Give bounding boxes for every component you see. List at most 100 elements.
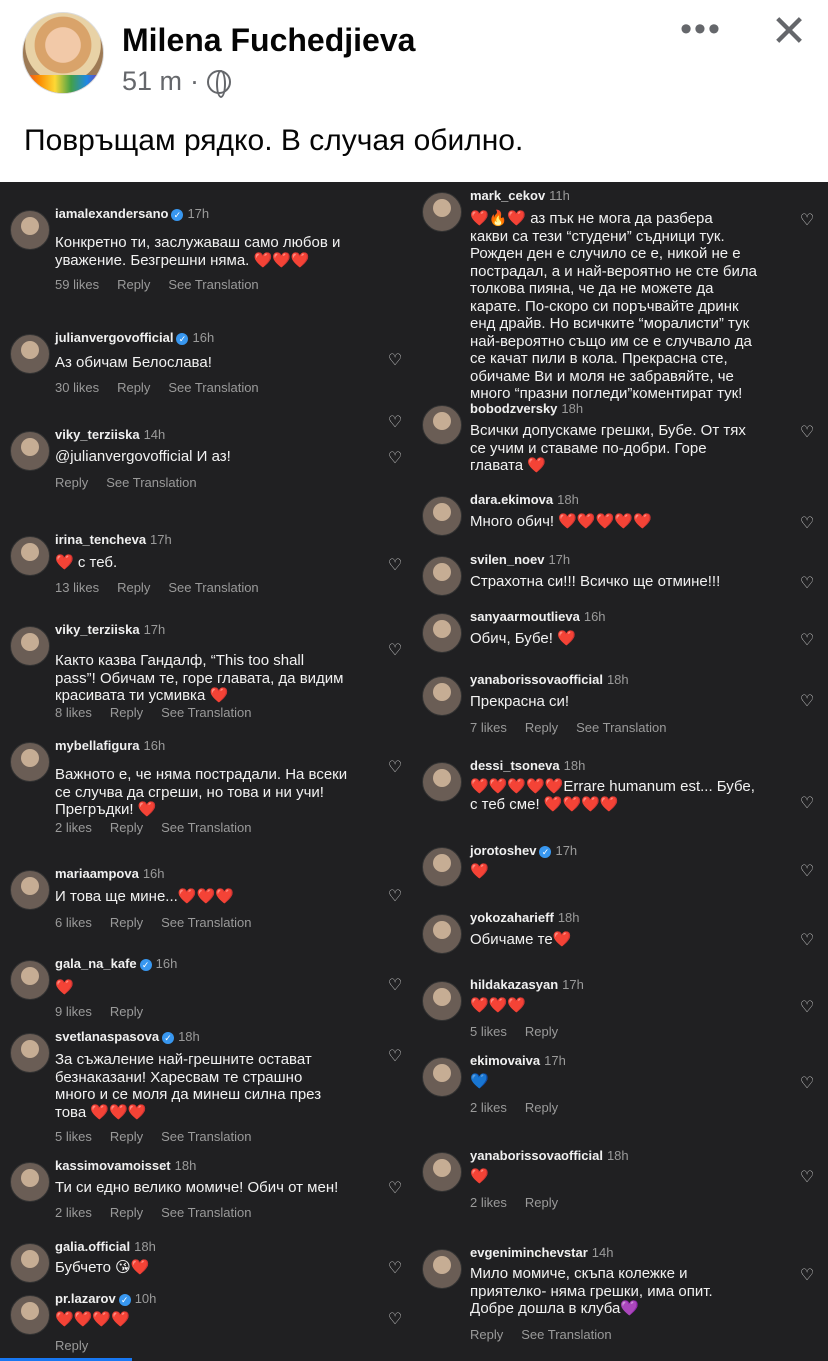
commenter-avatar[interactable] xyxy=(422,1249,462,1289)
username-text[interactable]: hildakazasyan xyxy=(470,977,558,992)
comment-action-reply[interactable]: Reply xyxy=(110,820,143,835)
comment-action-translation[interactable]: See Translation xyxy=(106,475,196,490)
comment-action-translation[interactable]: See Translation xyxy=(161,915,251,930)
username-text[interactable]: evgeniminchevstar xyxy=(470,1245,588,1260)
comment-username[interactable]: svetlanaspasova ✓ 18h xyxy=(55,1029,200,1044)
comment-username[interactable]: irina_tencheva 17h xyxy=(55,532,172,547)
commenter-avatar[interactable] xyxy=(422,762,462,802)
commenter-avatar[interactable] xyxy=(10,870,50,910)
comment-username[interactable]: kassimovamoisset 18h xyxy=(55,1158,196,1173)
comment-action-reply[interactable]: Reply xyxy=(110,705,143,720)
comment-action-likes[interactable]: 9 likes xyxy=(55,1004,92,1019)
username-text[interactable]: ekimovaiva xyxy=(470,1053,540,1068)
like-heart-icon[interactable]: ♡ xyxy=(386,759,404,777)
like-heart-icon[interactable]: ♡ xyxy=(386,977,404,995)
commenter-avatar[interactable] xyxy=(10,960,50,1000)
comment-action-translation[interactable]: See Translation xyxy=(168,580,258,595)
commenter-avatar[interactable] xyxy=(422,192,462,232)
commenter-avatar[interactable] xyxy=(10,536,50,576)
username-text[interactable]: gala_na_kafe xyxy=(55,956,137,971)
comment-username[interactable]: sanyaarmoutlieva 16h xyxy=(470,609,606,624)
commenter-avatar[interactable] xyxy=(422,405,462,445)
username-text[interactable]: pr.lazarov xyxy=(55,1291,116,1306)
like-heart-icon[interactable]: ♡ xyxy=(386,1048,404,1066)
like-heart-icon[interactable]: ♡ xyxy=(798,693,816,711)
like-heart-icon[interactable]: ♡ xyxy=(798,575,816,593)
comment-action-reply[interactable]: Reply xyxy=(110,1129,143,1144)
comment-action-reply[interactable]: Reply xyxy=(110,1205,143,1220)
commenter-avatar[interactable] xyxy=(422,496,462,536)
username-text[interactable]: mybellafigura xyxy=(55,738,140,753)
commenter-avatar[interactable] xyxy=(422,914,462,954)
commenter-avatar[interactable] xyxy=(422,1152,462,1192)
commenter-avatar[interactable] xyxy=(422,847,462,887)
comment-action-likes[interactable]: 2 likes xyxy=(55,1205,92,1220)
comment-username[interactable]: dara.ekimova 18h xyxy=(470,492,579,507)
comment-action-likes[interactable]: 30 likes xyxy=(55,380,99,395)
comment-username[interactable]: viky_terziiska 17h xyxy=(55,622,165,637)
like-heart-icon[interactable]: ♡ xyxy=(386,414,404,432)
like-heart-icon[interactable]: ♡ xyxy=(386,1311,404,1329)
close-button[interactable]: ✕ xyxy=(765,8,813,56)
username-text[interactable]: svilen_noev xyxy=(470,552,544,567)
like-heart-icon[interactable]: ♡ xyxy=(798,795,816,813)
like-heart-icon[interactable]: ♡ xyxy=(798,863,816,881)
username-text[interactable]: yokozaharieff xyxy=(470,910,554,925)
comment-action-likes[interactable]: 7 likes xyxy=(470,720,507,735)
comment-action-likes[interactable]: 2 likes xyxy=(470,1195,507,1210)
commenter-avatar[interactable] xyxy=(10,1243,50,1283)
username-text[interactable]: svetlanaspasova xyxy=(55,1029,159,1044)
comment-username[interactable]: iamalexandersano ✓ 17h xyxy=(55,206,209,221)
like-heart-icon[interactable]: ♡ xyxy=(798,515,816,533)
like-heart-icon[interactable]: ♡ xyxy=(798,632,816,650)
comment-username[interactable]: jorotoshev ✓ 17h xyxy=(470,843,577,858)
username-text[interactable]: viky_terziiska xyxy=(55,622,140,637)
comment-action-likes[interactable]: 2 likes xyxy=(470,1100,507,1115)
comment-action-translation[interactable]: See Translation xyxy=(521,1327,611,1342)
comment-action-translation[interactable]: See Translation xyxy=(161,820,251,835)
commenter-avatar[interactable] xyxy=(10,1295,50,1335)
like-heart-icon[interactable]: ♡ xyxy=(798,999,816,1017)
comment-username[interactable]: pr.lazarov ✓ 10h xyxy=(55,1291,156,1306)
comment-username[interactable]: yanaborissovaofficial 18h xyxy=(470,1148,629,1163)
comment-action-likes[interactable]: 6 likes xyxy=(55,915,92,930)
username-text[interactable]: kassimovamoisset xyxy=(55,1158,171,1173)
comment-action-reply[interactable]: Reply xyxy=(117,380,150,395)
username-text[interactable]: yanaborissovaofficial xyxy=(470,672,603,687)
username-text[interactable]: julianvergovofficial xyxy=(55,330,173,345)
commenter-avatar[interactable] xyxy=(10,1162,50,1202)
like-heart-icon[interactable]: ♡ xyxy=(386,888,404,906)
author-avatar[interactable] xyxy=(22,12,104,94)
comment-action-reply[interactable]: Reply xyxy=(117,277,150,292)
comment-action-reply[interactable]: Reply xyxy=(525,1100,558,1115)
comment-action-reply[interactable]: Reply xyxy=(470,1327,503,1342)
commenter-avatar[interactable] xyxy=(10,626,50,666)
comment-username[interactable]: mariaampova 16h xyxy=(55,866,165,881)
commenter-avatar[interactable] xyxy=(10,742,50,782)
comment-username[interactable]: ekimovaiva 17h xyxy=(470,1053,566,1068)
commenter-avatar[interactable] xyxy=(10,334,50,374)
comment-username[interactable]: bobodzversky 18h xyxy=(470,401,583,416)
comment-username[interactable]: yokozaharieff 18h xyxy=(470,910,580,925)
like-heart-icon[interactable]: ♡ xyxy=(386,352,404,370)
comment-action-translation[interactable]: See Translation xyxy=(161,705,251,720)
like-heart-icon[interactable]: ♡ xyxy=(798,1267,816,1285)
commenter-avatar[interactable] xyxy=(422,676,462,716)
comment-action-likes[interactable]: 2 likes xyxy=(55,820,92,835)
comment-action-translation[interactable]: See Translation xyxy=(168,380,258,395)
username-text[interactable]: viky_terziiska xyxy=(55,427,140,442)
comment-username[interactable]: dessi_tsoneva 18h xyxy=(470,758,585,773)
like-heart-icon[interactable]: ♡ xyxy=(386,1260,404,1278)
username-text[interactable]: yanaborissovaofficial xyxy=(470,1148,603,1163)
comment-action-reply[interactable]: Reply xyxy=(525,1024,558,1039)
more-options-button[interactable]: ••• xyxy=(676,12,726,54)
comment-action-translation[interactable]: See Translation xyxy=(161,1129,251,1144)
like-heart-icon[interactable]: ♡ xyxy=(798,212,816,230)
like-heart-icon[interactable]: ♡ xyxy=(386,557,404,575)
comment-action-reply[interactable]: Reply xyxy=(117,580,150,595)
comment-action-reply[interactable]: Reply xyxy=(525,720,558,735)
post-time[interactable]: 51 m xyxy=(122,66,182,97)
comment-action-reply[interactable]: Reply xyxy=(55,1338,88,1353)
commenter-avatar[interactable] xyxy=(10,431,50,471)
comment-action-reply[interactable]: Reply xyxy=(110,1004,143,1019)
